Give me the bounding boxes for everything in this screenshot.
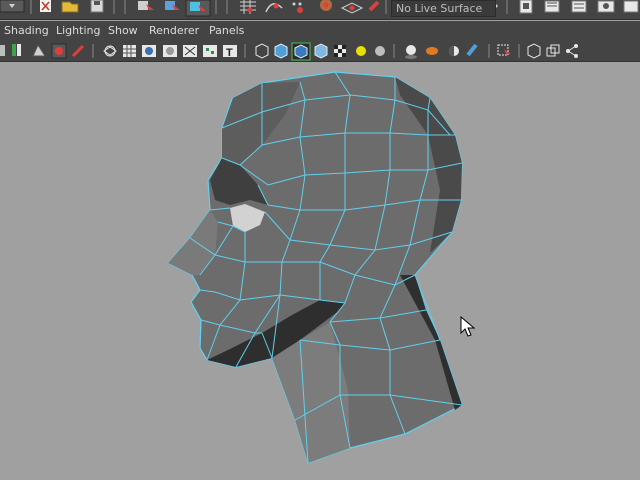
menu-show[interactable]: Show <box>108 24 138 37</box>
panel-menu-bar: Shading Lighting Show Renderer Panels <box>0 21 640 41</box>
wireframe-icon[interactable] <box>103 45 117 57</box>
mouse-cursor-icon <box>460 315 476 337</box>
isolate-select-icon[interactable] <box>291 42 311 61</box>
grid-icon[interactable] <box>123 45 136 57</box>
panel-toolbar: T <box>0 41 640 62</box>
text-icon[interactable]: T <box>223 45 237 59</box>
share-icon[interactable] <box>566 44 578 58</box>
menu-panels[interactable]: Panels <box>209 24 244 37</box>
snap-grid-icon[interactable] <box>240 0 256 14</box>
svg-text:T: T <box>226 47 233 59</box>
magnet-icon[interactable] <box>368 0 380 12</box>
select-hierarchy-icon[interactable] <box>138 1 154 14</box>
texture-icon[interactable] <box>203 45 217 57</box>
status-line: No Live Surface <box>0 0 640 20</box>
head-mesh[interactable] <box>167 71 463 464</box>
paint-icon[interactable] <box>71 44 85 58</box>
hypershade-icon[interactable] <box>597 0 615 13</box>
smooth-shade-icon[interactable] <box>142 45 156 57</box>
select-camera-icon[interactable] <box>0 45 5 56</box>
viewport-perspective[interactable] <box>0 62 640 480</box>
render-icon[interactable] <box>519 0 533 14</box>
camera-attributes-icon[interactable] <box>51 43 67 59</box>
shadows-icon[interactable] <box>375 46 385 56</box>
render-settings-icon[interactable] <box>571 0 587 13</box>
bookmark-icon[interactable] <box>12 44 21 56</box>
live-surface-field[interactable]: No Live Surface <box>391 0 496 17</box>
menu-lighting[interactable]: Lighting <box>56 24 100 37</box>
half-sphere-icon[interactable] <box>449 46 459 56</box>
material-sphere-icon[interactable] <box>405 45 417 59</box>
select-object-icon[interactable] <box>165 1 180 14</box>
flat-shade-icon[interactable] <box>163 45 177 57</box>
select-component-icon[interactable] <box>185 0 211 17</box>
bounding-box-icon[interactable] <box>314 43 328 59</box>
settings-icon[interactable] <box>623 0 639 13</box>
checker-icon[interactable] <box>334 45 346 57</box>
snap-view-plane-icon[interactable] <box>320 0 332 11</box>
motion-blur-icon[interactable] <box>466 43 478 57</box>
save-scene-icon[interactable] <box>90 0 104 13</box>
ambient-occlusion-icon[interactable] <box>426 47 438 55</box>
select-tool-icon[interactable] <box>497 44 511 58</box>
shaded-cube-icon[interactable] <box>274 43 288 59</box>
menu-renderer[interactable]: Renderer <box>149 24 199 37</box>
wireframe-cube-icon[interactable] <box>255 43 269 59</box>
menu-shading[interactable]: Shading <box>4 24 49 37</box>
frame-icon[interactable] <box>527 43 541 59</box>
dropdown-icon[interactable] <box>0 0 25 13</box>
snap-point-icon[interactable] <box>292 2 304 14</box>
show-all-icon[interactable] <box>546 44 560 57</box>
xray-icon[interactable] <box>183 45 197 57</box>
new-scene-icon[interactable] <box>40 0 51 12</box>
image-plane-icon[interactable] <box>32 43 46 57</box>
snap-curve-icon[interactable] <box>265 3 283 13</box>
lights-icon[interactable] <box>356 46 366 56</box>
open-scene-icon[interactable] <box>61 1 79 13</box>
ipr-render-icon[interactable] <box>544 0 560 13</box>
make-live-icon[interactable] <box>340 2 364 14</box>
